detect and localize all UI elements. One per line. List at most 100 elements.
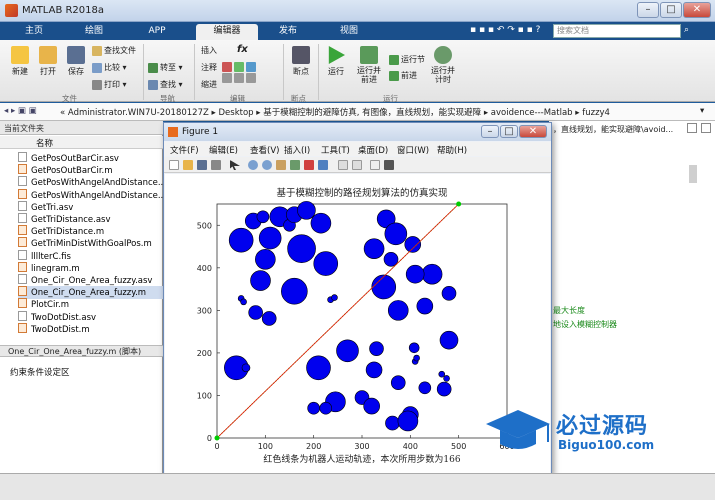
file-list-item[interactable]: llllterC.fis	[18, 249, 163, 263]
close-button[interactable]: ✕	[683, 2, 711, 18]
close-editor-icon[interactable]	[687, 123, 697, 133]
legend-icon[interactable]	[352, 160, 362, 170]
file-list-item[interactable]: GetPosOutBarCir.asv	[18, 152, 163, 165]
panel-title: 当前文件夹	[0, 121, 163, 135]
find-files-icon	[92, 45, 102, 56]
menu-file[interactable]: 文件(F)	[170, 144, 199, 156]
run-advance-label: 运行并 前进	[357, 66, 381, 84]
insert-button[interactable]: 插入	[201, 45, 217, 56]
editor-scrollbar[interactable]	[689, 165, 697, 183]
run-button[interactable]: 运行	[323, 46, 349, 77]
menu-view[interactable]: 查看(V)	[250, 144, 279, 156]
run-section-button[interactable]: 运行节	[389, 54, 425, 65]
matlab-file-icon	[18, 298, 27, 309]
tab-home[interactable]: 主页	[12, 24, 56, 40]
menu-tools[interactable]: 工具(T)	[321, 144, 350, 156]
file-list-item[interactable]: PlotCir.m	[18, 298, 163, 311]
file-list-item[interactable]: TwoDotDist.m	[18, 322, 163, 336]
menu-window[interactable]: 窗口(W)	[397, 144, 429, 156]
run-time-button[interactable]: 运行并 计时	[430, 46, 456, 84]
menu-insert[interactable]: 插入(I)	[284, 144, 310, 156]
zoom-out-icon[interactable]	[262, 160, 272, 170]
find-files-button[interactable]: 查找文件	[92, 45, 136, 56]
tab-editor[interactable]: 编辑器	[196, 24, 258, 40]
file-name: GetPosOutBarCir.m	[31, 166, 113, 177]
pointer-icon[interactable]	[230, 160, 240, 170]
file-icon	[18, 249, 27, 260]
outdent-icon	[234, 72, 244, 83]
open-file-icon[interactable]	[183, 160, 193, 170]
file-list-item[interactable]: GetTriDistance.asv	[18, 213, 163, 226]
minimize-button[interactable]: –	[637, 2, 659, 18]
hide-tools-icon[interactable]	[370, 160, 380, 170]
search-icon[interactable]: ⌕	[684, 25, 689, 35]
tab-plots[interactable]: 绘图	[72, 24, 116, 40]
file-list-item[interactable]: GetTriDistance.m	[18, 225, 163, 238]
figure-minimize-button[interactable]: –	[481, 125, 499, 138]
file-list-item[interactable]: One_Cir_One_Area_fuzzy.asv	[18, 274, 163, 287]
x-tick-label: 500	[451, 442, 466, 451]
pan-icon[interactable]	[276, 160, 286, 170]
run-time-label: 运行并 计时	[431, 66, 455, 84]
advance-button[interactable]: 前进	[389, 70, 417, 81]
file-name: GetTri.asv	[31, 202, 74, 213]
search-documentation-input[interactable]: 搜索文档	[553, 24, 681, 38]
tab-view[interactable]: 视图	[327, 24, 371, 40]
save-button[interactable]: 保存	[62, 46, 90, 77]
file-list-item[interactable]: One_Cir_One_Area_fuzzy.m	[18, 286, 163, 300]
file-list-item[interactable]: GetPosOutBarCir.m	[18, 164, 163, 177]
details-bar[interactable]: One_Cir_One_Area_fuzzy.m (脚本)	[0, 345, 163, 357]
current-path[interactable]: « Administrator.WIN7U-20180127Z ▸ Deskto…	[60, 106, 610, 118]
breakpoints-button[interactable]: 断点	[287, 46, 315, 77]
comment-button[interactable]: 注释	[201, 62, 217, 73]
data-cursor-icon[interactable]	[304, 160, 314, 170]
quick-access-toolbar[interactable]: ▪ ▪ ▪ ↶ ↷ ▪ ▪ ?	[470, 25, 550, 37]
file-list-item[interactable]: GetPosWithAngelAndDistance...	[18, 188, 166, 202]
obstacle-circle	[331, 294, 338, 301]
new-figure-icon[interactable]	[169, 160, 179, 170]
editor-menu-icon[interactable]	[701, 123, 711, 133]
file-list-item[interactable]: GetTriMinDistWithGoalPos.m	[18, 237, 163, 250]
nav-arrows[interactable]: ◂ ▸ ▣ ▣	[4, 106, 37, 116]
menu-desktop[interactable]: 桌面(D)	[358, 144, 388, 156]
tab-apps[interactable]: APP	[135, 24, 179, 40]
file-list-item[interactable]: GetPosWithAngelAndDistance...	[18, 176, 166, 189]
compare-button[interactable]: 比较 ▾	[92, 62, 127, 73]
file-list-item[interactable]: GetTri.asv	[18, 200, 163, 214]
save-figure-icon[interactable]	[197, 160, 207, 170]
indent-button[interactable]: 缩进	[201, 79, 217, 90]
address-bar[interactable]: ◂ ▸ ▣ ▣ « Administrator.WIN7U-20180127Z …	[0, 103, 715, 121]
rotate-icon[interactable]	[290, 160, 300, 170]
maximize-button[interactable]: □	[660, 2, 682, 18]
obstacle-circle	[307, 401, 320, 415]
file-list-item[interactable]: linegram.m	[18, 261, 163, 275]
fx-button[interactable]: fx	[237, 44, 248, 55]
zoom-in-icon[interactable]	[248, 160, 258, 170]
file-name: GetPosWithAngelAndDistance...	[31, 190, 166, 201]
advance-icon	[389, 70, 399, 81]
edit-format-icons[interactable]	[222, 62, 278, 90]
dock-icon[interactable]	[384, 160, 394, 170]
colorbar-icon[interactable]	[338, 160, 348, 170]
obstacle-circle	[306, 355, 331, 381]
x-axis-label: 红色线条为机器人运动轨迹，本次所用步数为166	[263, 453, 460, 465]
path-dropdown-icon[interactable]: ▾	[700, 106, 704, 116]
brush-icon[interactable]	[318, 160, 328, 170]
menu-help[interactable]: 帮助(H)	[437, 144, 467, 156]
new-button[interactable]: 新建	[6, 46, 34, 77]
column-header-name[interactable]: 名称	[0, 136, 163, 149]
obstacle-circle	[310, 212, 332, 234]
menu-edit[interactable]: 编辑(E)	[209, 144, 238, 156]
figure-maximize-button[interactable]: □	[500, 125, 518, 138]
obstacle-circle	[319, 401, 333, 415]
find-button[interactable]: 查找 ▾	[148, 79, 183, 90]
run-advance-button[interactable]: 运行并 前进	[354, 46, 384, 84]
breakpoint-icon	[292, 46, 310, 64]
print-figure-icon[interactable]	[211, 160, 221, 170]
tab-publish[interactable]: 发布	[266, 24, 310, 40]
figure-close-button[interactable]: ✕	[519, 125, 547, 138]
file-list-item[interactable]: TwoDotDist.asv	[18, 310, 163, 324]
goto-button[interactable]: 转至 ▾	[148, 62, 183, 73]
print-button[interactable]: 打印 ▾	[92, 79, 127, 90]
open-button[interactable]: 打开	[34, 46, 62, 77]
